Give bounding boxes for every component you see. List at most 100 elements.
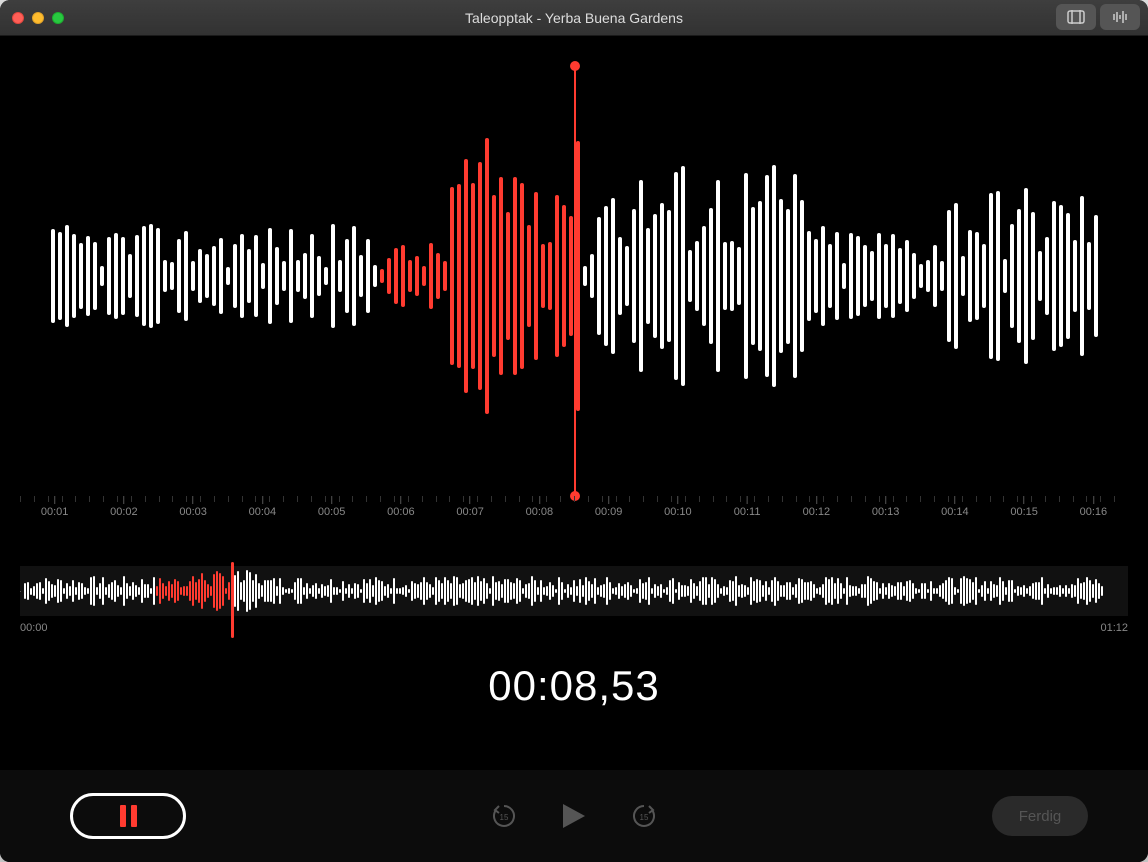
overview-bar [420,582,422,600]
overview-bar [498,581,500,602]
overview-bar [777,581,779,601]
overview-bar [411,581,413,601]
waveform-bar [324,267,328,285]
overview-bar [930,581,932,601]
overview-bar [465,580,467,602]
overview-bar [543,587,545,595]
waveform-bar [107,237,111,315]
overview-bar [1017,586,1019,596]
waveform-bar [296,260,300,292]
overview-bar [738,585,740,596]
svg-text:15: 15 [640,813,649,822]
overview-bar [606,577,608,604]
overview-bar [1080,583,1082,599]
waveform-bar [576,141,580,412]
waveform-bar [401,245,405,307]
waveform-bar [450,187,454,365]
overview-bar [126,583,128,599]
overview-bar [219,573,221,610]
record-pause-button[interactable] [70,793,186,839]
overview-bar [468,579,470,603]
waveform-bar [828,244,832,309]
overview-bar [1008,580,1010,602]
overview-bar [171,584,173,598]
waveform-bar [380,269,384,283]
overview-bar [537,587,539,595]
overview-bar [282,587,284,595]
overview-bar [369,579,371,602]
overview-bar [636,588,638,594]
waveform-bar [303,253,307,299]
overview-bar [63,588,65,594]
overview-bar [486,583,488,598]
minimize-window-button[interactable] [32,12,44,24]
playhead[interactable] [574,66,576,496]
overview-bar [1050,588,1052,594]
overview-bar [555,589,557,594]
overview-bar [1101,586,1103,597]
overview-bar [294,582,296,600]
overview-bar [48,581,50,600]
done-button-label: Ferdig [1019,808,1062,825]
overview-bar [1062,588,1064,595]
overview-bar [270,580,272,601]
timeline-tick-label: 00:04 [249,506,277,518]
waveform-bar [268,228,272,325]
timeline-tick-label: 00:06 [387,506,415,518]
skip-back-15-button[interactable]: 15 [489,801,519,831]
waveform-bar [436,253,440,300]
timeline-tick-label: 00:15 [1010,506,1038,518]
overview-start-label: 00:00 [20,622,48,634]
waveform-bar [317,256,321,297]
timeline-tick: 00:04 [249,496,277,518]
overview-bar [693,583,695,600]
overview-bar [714,579,716,604]
overview-bar [885,587,887,595]
done-button[interactable]: Ferdig [992,796,1088,836]
overview-bar [99,583,101,599]
timeline-tick: 00:10 [664,496,692,518]
overview-bar [390,588,392,594]
play-icon [561,802,587,830]
overview-bar [702,577,704,604]
overview-bar [591,584,593,598]
waveform-bar [877,233,881,320]
overview-bar [309,588,311,593]
overview-bar [288,588,290,594]
overview-bar [915,588,917,594]
overview-bar [1029,586,1031,597]
waveform-bar [968,230,972,322]
skip-forward-15-button[interactable]: 15 [629,801,659,831]
overview-bar [873,581,875,601]
overview-playhead[interactable] [231,562,234,638]
titlebar: Taleopptak - Yerba Buena Gardens [0,0,1148,36]
overview-bar [402,587,404,596]
overview-bar [1074,585,1076,597]
waveform-bar [149,224,153,328]
overview-bar [438,580,440,601]
main-waveform-area[interactable] [0,66,1148,486]
overview-bar [723,586,725,595]
overview-bar [969,579,971,603]
close-window-button[interactable] [12,12,24,24]
overview-bar [642,583,644,599]
overview-bar [789,582,791,601]
overview-area[interactable]: 00:00 01:12 [20,566,1128,634]
overview-bar [462,583,464,600]
trim-icon [1067,10,1085,24]
waveform-bar [135,235,139,317]
waveform-bar [751,207,755,345]
waveform-bar [282,261,286,292]
play-button[interactable] [559,801,589,831]
overview-bar [861,584,863,597]
overview-bar [780,585,782,598]
overview-bar [315,583,317,600]
waveform-bar [919,264,923,288]
waveform-bar [163,260,167,291]
trim-button[interactable] [1056,4,1096,30]
overview-bar [216,571,218,612]
overview-bar [798,578,800,603]
enhance-button[interactable] [1100,4,1140,30]
overview-bar [729,580,731,603]
fullscreen-window-button[interactable] [52,12,64,24]
